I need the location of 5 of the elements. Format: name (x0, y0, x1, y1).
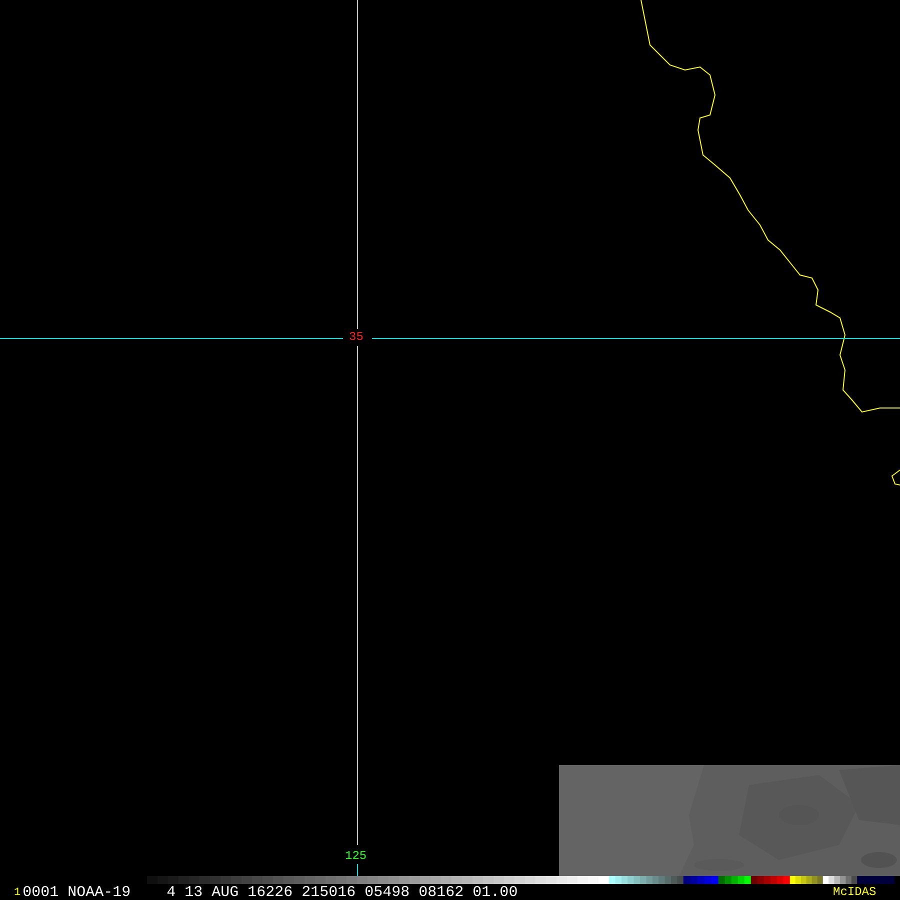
latitude-label: 35 (349, 330, 364, 344)
logo-text: McIDAS (833, 886, 876, 899)
longitude-label: 125 (345, 849, 367, 863)
frame-number: 1 (14, 886, 21, 900)
image-info-text: 0001 NOAA-19 4 13 AUG 16226 215016 05498 08162 01.00 (22, 885, 518, 900)
